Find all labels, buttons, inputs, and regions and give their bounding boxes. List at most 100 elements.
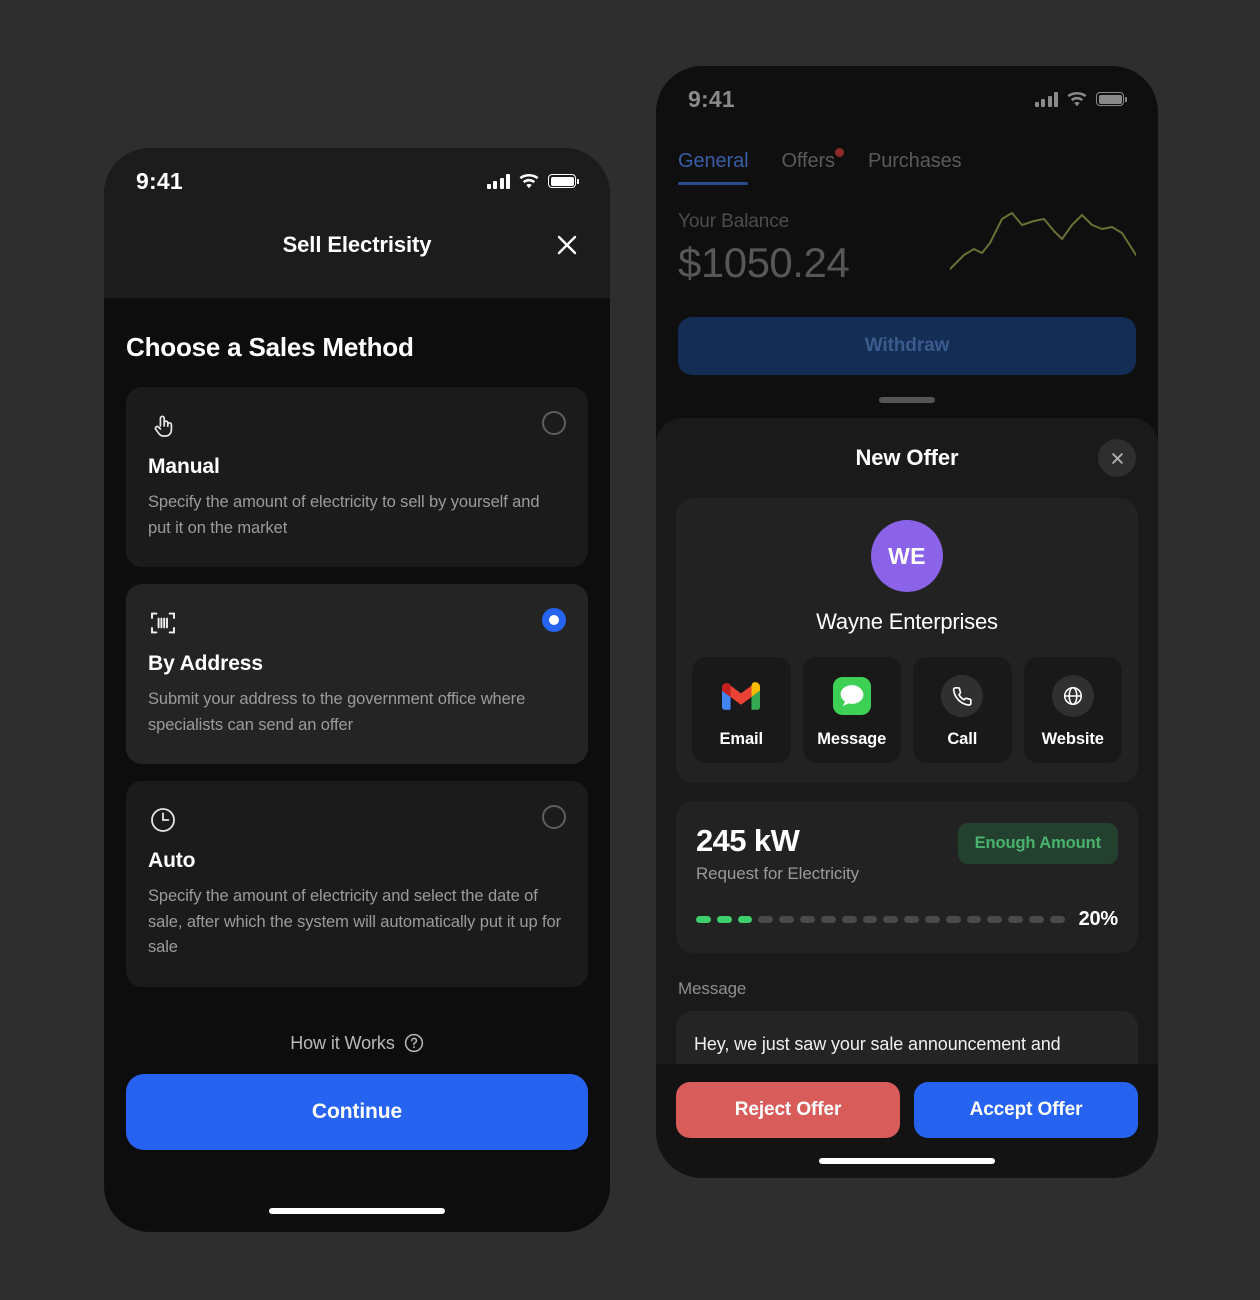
contact-actions: Email Message Call Website	[692, 657, 1122, 763]
status-bar: 9:41	[656, 66, 1158, 132]
wifi-icon	[519, 173, 539, 189]
sheet-title: New Offer	[855, 445, 959, 470]
balance-section: Your Balance $1050.24	[678, 209, 1137, 287]
status-bar-indicators	[1034, 91, 1127, 107]
reject-offer-button[interactable]: Reject Offer	[676, 1082, 900, 1138]
progress-percent: 20%	[1078, 908, 1119, 930]
how-it-works-link[interactable]: How it Works	[126, 1033, 588, 1054]
notification-dot	[834, 148, 844, 157]
accept-offer-button[interactable]: Accept Offer	[914, 1082, 1138, 1138]
action-call-label: Call	[947, 730, 978, 748]
contact-name: Wayne Enterprises	[816, 609, 998, 634]
progress-segment	[862, 916, 878, 923]
new-offer-sheet: New Offer WE Wayne Enterprises Email Mes…	[656, 418, 1158, 1178]
progress-segment	[820, 916, 836, 923]
status-bar: 9:41	[104, 148, 610, 214]
option-title: Manual	[148, 455, 220, 478]
screenshot-stage: 9:41 Sell Electrisity Choose a Sales Met…	[0, 0, 1260, 1300]
segmented-progress-bar	[696, 916, 1065, 923]
request-subtitle: Request for Electricity	[696, 864, 860, 883]
battery-full-icon	[548, 174, 579, 188]
option-description: Submit your address to the government of…	[148, 690, 526, 734]
balance-sparkline-chart	[949, 209, 1137, 273]
option-title: By Address	[148, 652, 263, 676]
progress-segment	[841, 916, 857, 923]
left-phone: 9:41 Sell Electrisity Choose a Sales Met…	[104, 148, 610, 1232]
tab-offers[interactable]: Offers	[781, 148, 844, 185]
question-mark-circle-icon	[404, 1033, 424, 1053]
progress-segment	[758, 916, 774, 923]
status-bar-time: 9:41	[688, 85, 735, 112]
cellular-signal-icon	[1034, 91, 1058, 107]
left-phone-body: Choose a Sales Method Manual Specify the…	[104, 332, 610, 1150]
sales-method-option-auto[interactable]: Auto Specify the amount of electricity a…	[126, 781, 588, 987]
sheet-footer: Reject Offer Accept Offer	[656, 1064, 1158, 1178]
sales-method-option-by-address[interactable]: By Address Submit your address to the go…	[126, 584, 588, 765]
home-indicator	[269, 1208, 445, 1214]
home-indicator	[819, 1158, 995, 1164]
left-phone-header: 9:41 Sell Electrisity	[104, 148, 610, 298]
option-description: Specify the amount of electricity to sel…	[148, 493, 540, 537]
progress-segment	[924, 916, 940, 923]
radio-button[interactable]	[542, 411, 566, 435]
message-label: Message	[678, 979, 747, 998]
section-heading: Choose a Sales Method	[126, 332, 414, 362]
withdraw-button[interactable]: Withdraw	[678, 317, 1136, 375]
tab-purchases[interactable]: Purchases	[868, 150, 962, 185]
action-website[interactable]: Website	[1023, 657, 1122, 763]
progress-segment	[1029, 916, 1044, 923]
sheet-body: WE Wayne Enterprises Email Message Call …	[656, 498, 1158, 1080]
tab-bar: General Offers Purchases	[678, 148, 1136, 185]
progress-segment	[1008, 916, 1023, 923]
radio-button-selected[interactable]	[542, 608, 566, 633]
progress-segment	[1049, 916, 1065, 923]
progress-segment	[904, 916, 919, 923]
how-it-works-label: How it Works	[290, 1032, 395, 1053]
progress-segment	[737, 916, 753, 923]
progress-segment	[987, 916, 1003, 923]
clock-icon	[148, 805, 178, 835]
contact-card: WE Wayne Enterprises Email Message Call …	[676, 498, 1138, 783]
left-navbar: Sell Electrisity	[104, 214, 610, 276]
tab-general[interactable]: General	[678, 150, 749, 185]
sales-method-option-manual[interactable]: Manual Specify the amount of electricity…	[126, 387, 588, 568]
action-message[interactable]: Message	[802, 657, 901, 763]
option-description: Specify the amount of electricity and se…	[148, 887, 561, 957]
progress-row: 20%	[696, 908, 1118, 931]
gmail-icon	[720, 675, 762, 717]
action-email[interactable]: Email	[692, 657, 791, 763]
action-call[interactable]: Call	[913, 657, 1012, 763]
status-bar-time: 9:41	[136, 167, 183, 194]
progress-segment	[883, 916, 899, 923]
barcode-scan-icon	[148, 608, 178, 638]
status-bar-indicators	[486, 173, 579, 189]
right-phone-background-content: 9:41 General Offers Purchases Your Balan…	[656, 66, 1158, 403]
globe-icon	[1051, 675, 1094, 717]
progress-segment	[716, 916, 732, 923]
progress-segment	[696, 916, 711, 923]
page-title: Sell Electrisity	[282, 232, 432, 257]
progress-segment	[945, 916, 961, 923]
close-icon[interactable]	[1098, 439, 1136, 477]
option-title: Auto	[148, 849, 196, 873]
action-email-label: Email	[719, 730, 764, 748]
phone-icon	[941, 675, 984, 717]
close-icon[interactable]	[552, 230, 582, 260]
imessage-icon	[831, 675, 873, 717]
progress-segment	[779, 916, 795, 923]
footer-buttons: Reject Offer Accept Offer	[676, 1082, 1138, 1138]
tab-offers-label: Offers	[781, 150, 835, 172]
status-badge: Enough Amount	[957, 823, 1118, 864]
avatar: WE	[871, 520, 943, 592]
sheet-drag-handle[interactable]	[879, 397, 935, 403]
progress-segment	[966, 916, 982, 923]
radio-button[interactable]	[542, 805, 566, 830]
battery-full-icon	[1096, 92, 1127, 106]
wifi-icon	[1067, 91, 1087, 107]
request-card: 245 kW Request for Electricity Enough Am…	[676, 801, 1138, 953]
action-website-label: Website	[1041, 730, 1104, 748]
continue-button[interactable]: Continue	[126, 1073, 588, 1150]
action-message-label: Message	[817, 730, 887, 748]
right-phone: 9:41 General Offers Purchases Your Balan…	[656, 66, 1158, 1178]
cellular-signal-icon	[486, 173, 510, 189]
